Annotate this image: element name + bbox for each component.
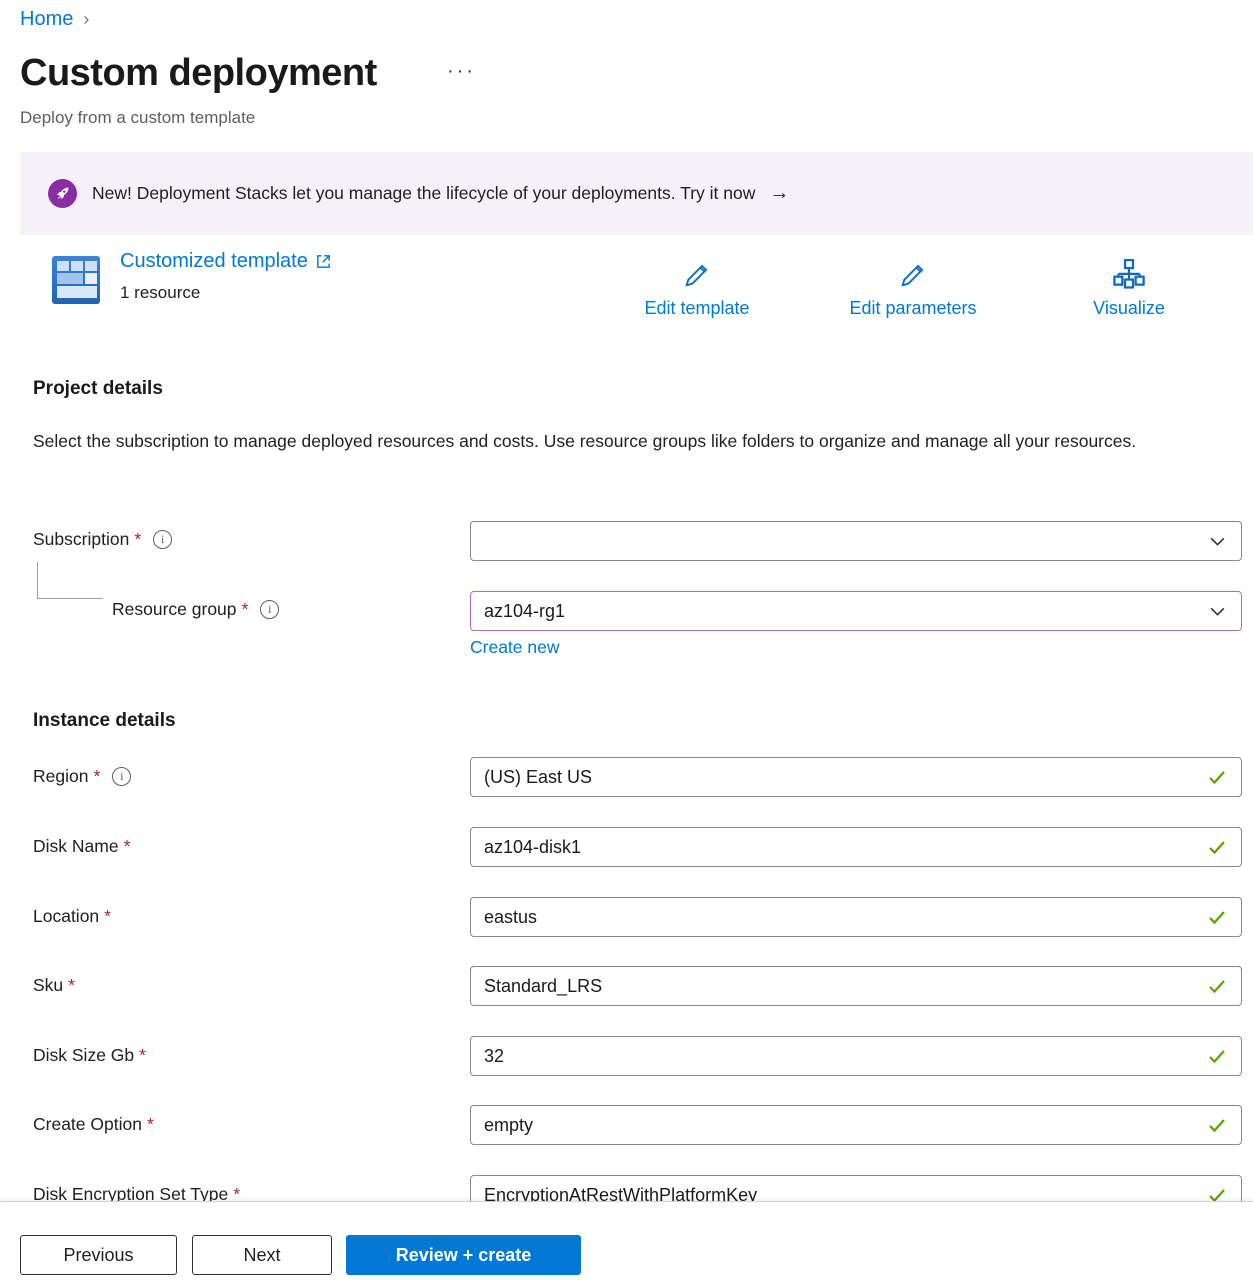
location-label-text: Location (33, 906, 99, 927)
project-details-heading: Project details (33, 378, 163, 400)
disk-encryption-set-type-input[interactable] (471, 1176, 1205, 1201)
breadcrumb-separator-icon: › (83, 9, 89, 30)
subscription-label: Subscription * i (33, 529, 172, 550)
customized-template-link[interactable]: Customized template (120, 250, 332, 273)
disk-name-label-text: Disk Name (33, 836, 119, 857)
disk-name-field[interactable] (470, 827, 1242, 867)
required-marker: * (242, 599, 249, 620)
hierarchy-connector-line (37, 562, 103, 599)
sku-label: Sku * (33, 975, 75, 996)
region-label: Region * i (33, 766, 131, 787)
wizard-footer: Previous Next Review + create (0, 1201, 1253, 1280)
pencil-icon (681, 258, 713, 292)
previous-button[interactable]: Previous (20, 1235, 177, 1275)
region-label-text: Region (33, 766, 88, 787)
review-create-button[interactable]: Review + create (346, 1235, 581, 1275)
required-marker: * (147, 1114, 154, 1135)
valid-check-icon (1205, 1183, 1229, 1201)
resource-group-dropdown[interactable] (470, 591, 1242, 631)
info-icon[interactable]: i (112, 767, 131, 786)
sku-field[interactable] (470, 966, 1242, 1006)
required-marker: * (104, 906, 111, 927)
create-new-link[interactable]: Create new (470, 637, 560, 658)
resource-group-input[interactable] (471, 592, 1208, 630)
customized-template-label: Customized template (120, 250, 308, 273)
project-details-description: Select the subscription to manage deploy… (33, 426, 1178, 457)
chevron-down-icon (1208, 602, 1227, 621)
edit-parameters-button[interactable]: Edit parameters (813, 258, 1013, 319)
external-link-icon (315, 253, 332, 270)
required-marker: * (124, 836, 131, 857)
region-input[interactable] (471, 758, 1205, 796)
create-option-input[interactable] (471, 1106, 1205, 1144)
create-option-field[interactable] (470, 1105, 1242, 1145)
disk-size-gb-label: Disk Size Gb * (33, 1045, 146, 1066)
create-option-label: Create Option * (33, 1114, 154, 1135)
edit-parameters-label: Edit parameters (849, 298, 976, 319)
visualize-button[interactable]: Visualize (1029, 258, 1229, 319)
info-icon[interactable]: i (260, 600, 279, 619)
required-marker: * (68, 975, 75, 996)
disk-name-input[interactable] (471, 828, 1205, 866)
sku-input[interactable] (471, 967, 1205, 1005)
location-field[interactable] (470, 897, 1242, 937)
disk-name-label: Disk Name * (33, 836, 130, 857)
next-button[interactable]: Next (192, 1235, 332, 1275)
more-options-icon[interactable]: ··· (447, 60, 476, 83)
breadcrumb-home-link[interactable]: Home (20, 8, 73, 31)
deployment-stacks-banner[interactable]: New! Deployment Stacks let you manage th… (20, 152, 1253, 235)
subscription-input[interactable] (471, 522, 1208, 560)
edit-template-button[interactable]: Edit template (597, 258, 797, 319)
required-marker: * (139, 1045, 146, 1066)
visualize-label: Visualize (1093, 298, 1165, 319)
visualize-icon (1112, 258, 1146, 292)
valid-check-icon (1205, 835, 1229, 859)
valid-check-icon (1205, 1113, 1229, 1137)
page-title: Custom deployment (20, 52, 377, 95)
disk-encryption-set-type-label-text: Disk Encryption Set Type (33, 1184, 228, 1201)
breadcrumb: Home › (20, 8, 89, 31)
custom-deployment-page: Home › Custom deployment ··· Deploy from… (0, 0, 1253, 1280)
valid-check-icon (1205, 974, 1229, 998)
banner-text: New! Deployment Stacks let you manage th… (92, 183, 755, 204)
arrow-right-icon[interactable]: → (769, 182, 789, 205)
page-subtitle: Deploy from a custom template (20, 108, 255, 128)
pencil-icon (897, 258, 929, 292)
valid-check-icon (1205, 1044, 1229, 1068)
instance-details-heading: Instance details (33, 710, 176, 732)
info-icon[interactable]: i (153, 530, 172, 549)
create-option-label-text: Create Option (33, 1114, 142, 1135)
valid-check-icon (1205, 905, 1229, 929)
required-marker: * (134, 529, 141, 550)
rocket-icon (48, 179, 77, 208)
region-field[interactable] (470, 757, 1242, 797)
disk-size-gb-label-text: Disk Size Gb (33, 1045, 134, 1066)
required-marker: * (233, 1184, 240, 1201)
resource-group-label-text: Resource group (112, 599, 237, 620)
subscription-label-text: Subscription (33, 529, 129, 550)
disk-encryption-set-type-label: Disk Encryption Set Type * (33, 1184, 240, 1201)
template-resource-count: 1 resource (120, 283, 200, 303)
location-label: Location * (33, 906, 111, 927)
template-icon (52, 256, 100, 304)
required-marker: * (93, 766, 100, 787)
valid-check-icon (1205, 765, 1229, 789)
disk-size-gb-input[interactable] (471, 1037, 1205, 1075)
edit-template-label: Edit template (644, 298, 749, 319)
resource-group-label: Resource group * i (112, 599, 279, 620)
location-input[interactable] (471, 898, 1205, 936)
disk-encryption-set-type-field[interactable] (470, 1175, 1242, 1201)
sku-label-text: Sku (33, 975, 63, 996)
content-area: Home › Custom deployment ··· Deploy from… (0, 0, 1253, 1201)
disk-size-gb-field[interactable] (470, 1036, 1242, 1076)
subscription-dropdown[interactable] (470, 521, 1242, 561)
chevron-down-icon (1208, 532, 1227, 551)
